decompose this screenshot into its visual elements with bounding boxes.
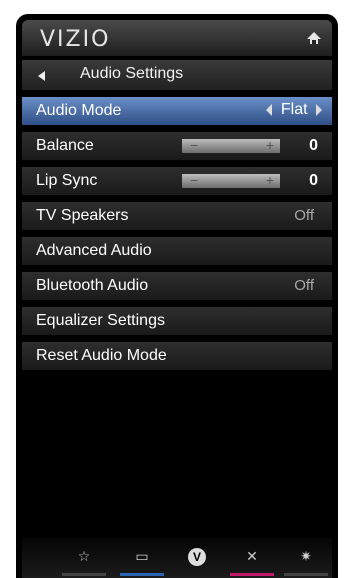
menu-item-label: Advanced Audio [36, 242, 152, 259]
bottom-bar: ☆ ▭ V ✕ ✷ [22, 538, 332, 578]
back-icon[interactable] [38, 71, 45, 81]
close-underline [230, 573, 274, 576]
lip-sync-slider[interactable]: − + [182, 172, 280, 188]
title-bar: Audio Settings [22, 60, 332, 90]
menu-item-label: Reset Audio Mode [36, 347, 167, 364]
vizio-button[interactable]: V [175, 544, 219, 570]
menu-item-bluetooth-audio[interactable]: Bluetooth Audio Off [22, 272, 332, 300]
tv-speakers-value: Off [294, 207, 314, 224]
bluetooth-audio-value: Off [294, 277, 314, 294]
menu-item-tv-speakers[interactable]: TV Speakers Off [22, 202, 332, 230]
balance-slider[interactable]: − + [182, 137, 280, 153]
chevron-right-icon[interactable] [316, 103, 322, 116]
display-icon: ▭ [135, 548, 149, 564]
display-underline [120, 573, 164, 576]
star-button[interactable]: ☆ [62, 544, 106, 576]
vizio-v-icon: V [188, 548, 206, 566]
gear-icon: ✷ [300, 548, 312, 564]
star-underline [62, 573, 106, 576]
menu-item-equalizer-settings[interactable]: Equalizer Settings [22, 307, 332, 335]
menu-item-reset-audio-mode[interactable]: Reset Audio Mode [22, 342, 332, 370]
tv-screen: VIZIO Audio Settings Audio Mode Flat Bal… [16, 14, 338, 578]
plus-icon: + [265, 137, 274, 153]
close-button[interactable]: ✕ [230, 544, 274, 576]
menu-item-audio-mode[interactable]: Audio Mode Flat [22, 97, 332, 125]
menu-item-advanced-audio[interactable]: Advanced Audio [22, 237, 332, 265]
menu-item-label: Audio Mode [36, 102, 122, 119]
header-bar: VIZIO [22, 20, 332, 56]
menu-item-balance[interactable]: Balance − + 0 [22, 132, 332, 160]
home-icon[interactable] [306, 30, 322, 46]
star-icon: ☆ [77, 548, 91, 564]
close-icon: ✕ [246, 548, 258, 564]
audio-mode-value[interactable]: Flat [262, 101, 326, 119]
minus-icon: − [190, 172, 199, 188]
chevron-left-icon[interactable] [266, 103, 273, 116]
menu-item-label: Equalizer Settings [36, 312, 165, 329]
lip-sync-value: 0 [309, 172, 318, 189]
gear-underline [284, 573, 328, 576]
gear-button[interactable]: ✷ [284, 544, 328, 576]
balance-value: 0 [309, 137, 318, 154]
menu-item-label: Bluetooth Audio [36, 277, 149, 294]
menu-item-label: Balance [36, 137, 94, 154]
menu-item-lip-sync[interactable]: Lip Sync − + 0 [22, 167, 332, 195]
audio-mode-value-text: Flat [280, 101, 308, 118]
settings-menu: Audio Mode Flat Balance − + 0 Lip Sync −… [22, 90, 332, 370]
vizio-logo-icon: V [175, 548, 219, 566]
minus-icon: − [190, 137, 199, 153]
plus-icon: + [265, 172, 274, 188]
display-button[interactable]: ▭ [120, 544, 164, 576]
menu-item-label: TV Speakers [36, 207, 129, 224]
menu-item-label: Lip Sync [36, 172, 98, 189]
page-title: Audio Settings [80, 65, 184, 82]
brand-logo: VIZIO [40, 27, 111, 52]
